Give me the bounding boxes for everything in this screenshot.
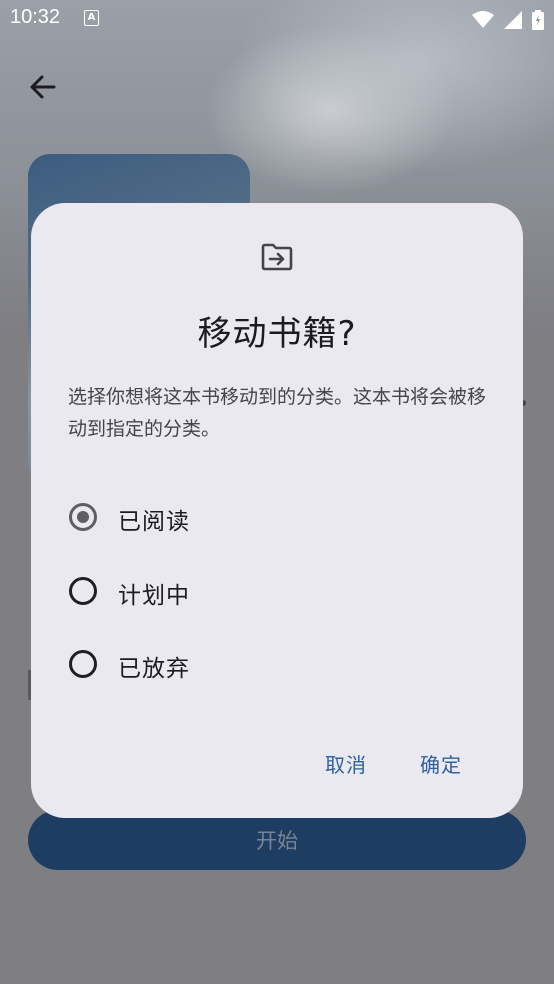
option-planned[interactable]: 计划中 [67,568,367,618]
radio-button[interactable] [69,650,97,678]
confirm-button[interactable]: 确定 [420,749,462,778]
wifi-icon [471,10,494,28]
option-label: 已阅读 [118,509,190,535]
signal-icon [503,10,522,29]
arrow-left-icon[interactable] [26,70,60,104]
status-bar: 10:32 A [0,0,554,38]
cancel-button[interactable]: 取消 [325,749,367,778]
radio-button-selected[interactable] [69,503,97,531]
radio-button[interactable] [69,577,97,605]
radio-dot [77,511,89,523]
option-read[interactable]: 已阅读 [67,494,367,544]
move-book-dialog: 移动书籍? 选择你想将这本书移动到的分类。这本书将会被移动到指定的分类。 已阅读… [31,203,523,818]
option-label: 计划中 [118,583,190,609]
option-label: 已放弃 [118,656,190,682]
option-dropped[interactable]: 已放弃 [67,641,367,691]
start-button[interactable]: 开始 [28,810,526,870]
folder-move-icon [261,243,293,271]
dialog-description: 选择你想将这本书移动到的分类。这本书将会被移动到指定的分类。 [68,386,487,440]
notification-icon: A [84,10,99,26]
status-time: 10:32 [10,6,61,28]
status-icons [468,8,544,30]
dialog-title: 移动书籍? [197,314,357,354]
battery-icon [532,9,544,30]
